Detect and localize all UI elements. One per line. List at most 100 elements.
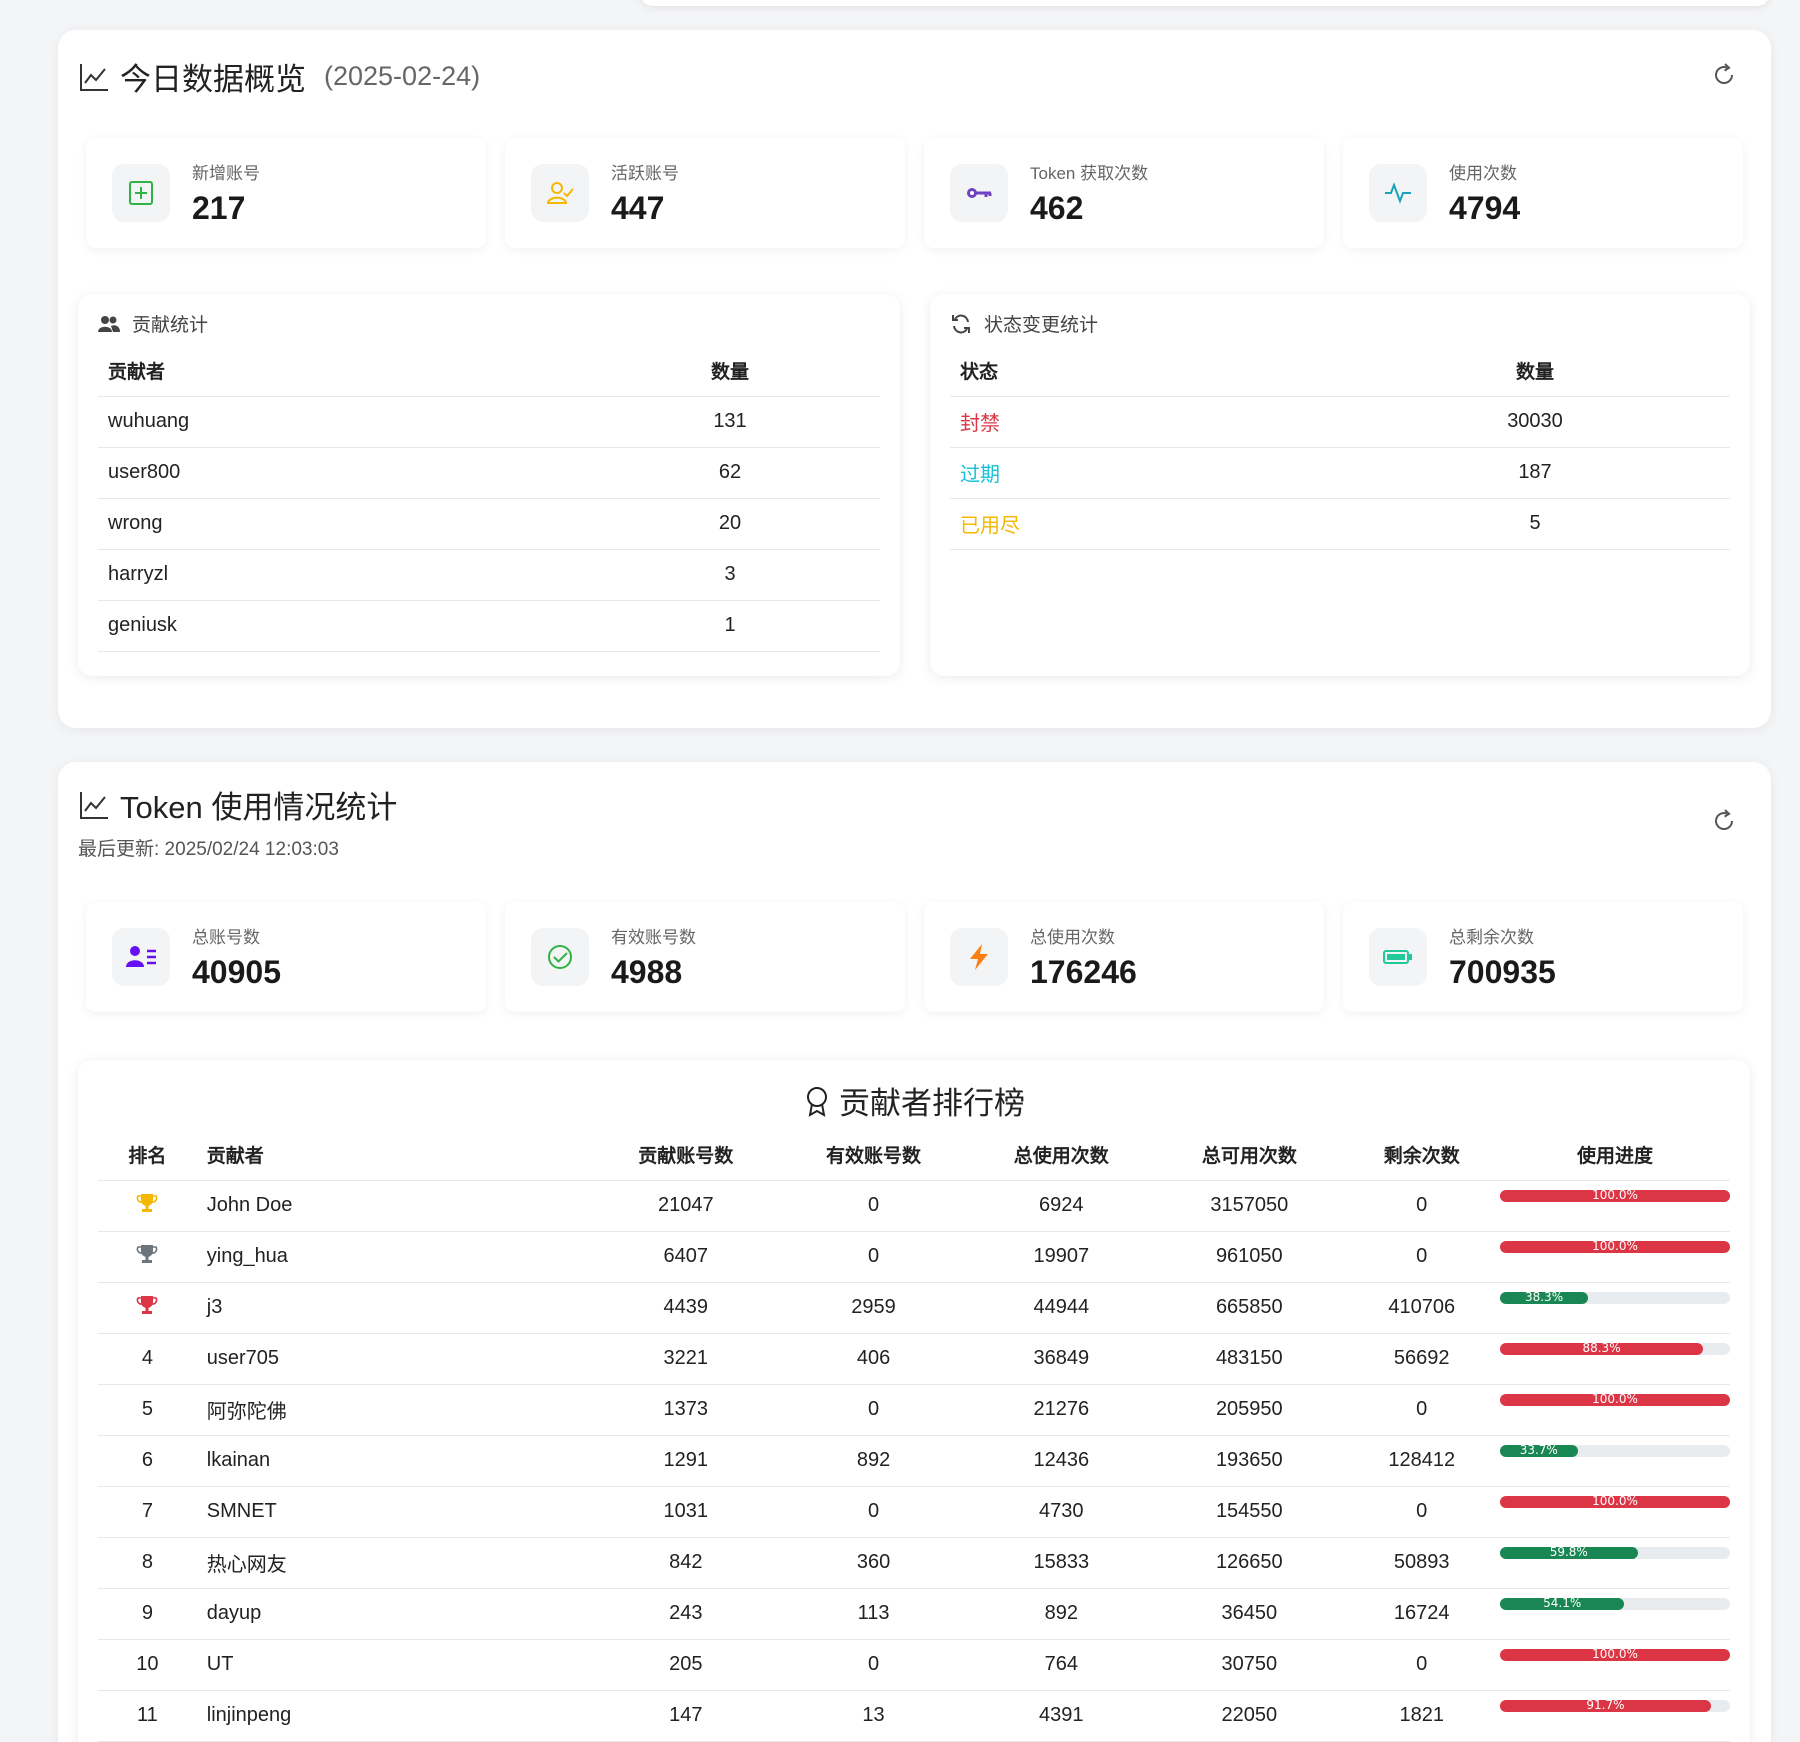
lightning-icon xyxy=(950,928,1008,986)
progress-bar: 38.3% xyxy=(1500,1289,1730,1304)
status-change-header: 状态变更统计 xyxy=(950,310,1098,337)
overview-title: 今日数据概览 xyxy=(120,62,306,97)
progress-text: 100.0% xyxy=(1592,1646,1638,1661)
refresh-icon[interactable] xyxy=(1711,808,1737,834)
progress-bar: 88.3% xyxy=(1500,1341,1730,1355)
progress-bar: 59.8% xyxy=(1500,1545,1730,1559)
remaining-cell: 0 xyxy=(1343,1639,1500,1691)
stat-value: 40905 xyxy=(192,954,281,990)
table-row: wrong 20 xyxy=(98,498,880,550)
stat-value: 4794 xyxy=(1449,190,1521,226)
used-cell: 44944 xyxy=(967,1282,1156,1334)
stat-valid-accounts: 有效账号数 4988 xyxy=(505,902,905,1012)
available-cell: 205950 xyxy=(1155,1384,1344,1436)
progress-bar: 100.0% xyxy=(1500,1187,1730,1202)
user-list-icon xyxy=(112,928,170,986)
valid-cell: 406 xyxy=(779,1333,968,1385)
contribution-stats-card: 贡献统计 贡献者 数量 wuhuang 131 user800 62 wrong 20… xyxy=(78,294,900,676)
token-usage-header: Token 使用情况统计 xyxy=(78,782,397,827)
sync-icon xyxy=(952,314,970,333)
available-cell: 483150 xyxy=(1155,1333,1344,1385)
progress-bar: 33.7% xyxy=(1500,1442,1730,1457)
status-count: 30030 xyxy=(1340,396,1730,448)
progress-bar: 100.0% xyxy=(1500,1392,1730,1406)
contributor-name: UT xyxy=(196,1639,592,1691)
top-card-edge xyxy=(640,0,1770,6)
award-icon xyxy=(807,1086,827,1117)
col-accounts: 贡献账号数 xyxy=(591,1130,780,1181)
remaining-cell: 0 xyxy=(1343,1231,1500,1283)
battery-icon xyxy=(1369,928,1427,986)
used-cell: 4730 xyxy=(967,1486,1156,1538)
stat-token-fetch: Token 获取次数 462 xyxy=(924,138,1324,248)
line-chart-icon xyxy=(80,791,108,819)
table-row: ying_hua 6407 0 19907 961050 0 100.0% xyxy=(98,1231,1730,1283)
table-row: 6 lkainan 1291 892 12436 193650 128412 33.7% xyxy=(98,1435,1730,1487)
available-cell: 193650 xyxy=(1155,1435,1344,1487)
progress-text: 100.0% xyxy=(1592,1187,1638,1202)
used-cell: 6924 xyxy=(967,1180,1156,1232)
col-available: 总可用次数 xyxy=(1155,1130,1344,1181)
refresh-icon[interactable] xyxy=(1711,62,1737,88)
status-name: 过期 xyxy=(950,447,1340,499)
contributor-ranking-card: 贡献者排行榜 排名 贡献者 贡献账号数 有效账号数 总使用次数 总可用次数 剩余… xyxy=(78,1060,1750,1742)
remaining-cell: 50893 xyxy=(1343,1537,1500,1589)
available-cell: 665850 xyxy=(1155,1282,1344,1334)
stat-label: Token 获取次数 xyxy=(1030,164,1149,183)
stat-label: 使用次数 xyxy=(1449,164,1517,183)
table-row: 10 UT 205 0 764 30750 0 100.0% xyxy=(98,1639,1730,1691)
table-row: wuhuang 131 xyxy=(98,396,880,448)
col-contributor: 贡献者 xyxy=(196,1130,592,1181)
ranking-table: 排名 贡献者 贡献账号数 有效账号数 总使用次数 总可用次数 剩余次数 使用进度… xyxy=(98,1130,1730,1742)
stat-label: 新增账号 xyxy=(192,164,260,183)
rank-cell: 11 xyxy=(98,1690,197,1742)
status-name: 已用尽 xyxy=(950,498,1340,550)
valid-cell: 13 xyxy=(779,1690,968,1742)
remaining-cell: 0 xyxy=(1343,1384,1500,1436)
col-status: 状态 xyxy=(950,346,1340,397)
status-count: 187 xyxy=(1340,447,1730,499)
last-updated: 最后更新: 2025/02/24 12:03:03 xyxy=(78,839,339,860)
ranking-header: 贡献者排行榜 xyxy=(78,1078,1750,1123)
valid-cell: 113 xyxy=(779,1588,968,1640)
valid-cell: 360 xyxy=(779,1537,968,1589)
valid-cell: 0 xyxy=(779,1486,968,1538)
remaining-cell: 16724 xyxy=(1343,1588,1500,1640)
table-row: John Doe 21047 0 6924 3157050 0 100.0% xyxy=(98,1180,1730,1232)
stat-value: 447 xyxy=(611,190,665,226)
progress-bar: 91.7% xyxy=(1500,1698,1730,1712)
available-cell: 30750 xyxy=(1155,1639,1344,1691)
available-cell: 961050 xyxy=(1155,1231,1344,1283)
stat-total-usage: 总使用次数 176246 xyxy=(924,902,1324,1012)
stat-label: 总剩余次数 xyxy=(1449,928,1534,947)
used-cell: 892 xyxy=(967,1588,1156,1640)
contributor-count: 131 xyxy=(580,396,880,448)
stat-usage-count: 使用次数 4794 xyxy=(1343,138,1743,248)
status-name: 封禁 xyxy=(950,396,1340,448)
progress-bar: 100.0% xyxy=(1500,1646,1730,1661)
activity-icon xyxy=(1369,164,1427,222)
status-table: 状态 数量 封禁 30030 过期 187 已用尽 5 xyxy=(950,346,1730,550)
progress-text: 54.1% xyxy=(1543,1595,1582,1610)
col-valid: 有效账号数 xyxy=(779,1130,968,1181)
progress-text: 38.3% xyxy=(1524,1289,1564,1304)
today-overview-panel: 今日数据概览 (2025-02-24) 新增账号 217 活跃账号 447 To… xyxy=(58,30,1771,728)
users-icon xyxy=(98,315,120,332)
accounts-cell: 243 xyxy=(591,1588,780,1640)
progress-cell: 91.7% xyxy=(1500,1690,1730,1742)
status-count: 5 xyxy=(1340,498,1730,550)
check-circle-icon xyxy=(531,928,589,986)
stat-total-remaining: 总剩余次数 700935 xyxy=(1343,902,1743,1012)
table-row: user800 62 xyxy=(98,447,880,499)
contribution-stats-title: 贡献统计 xyxy=(132,315,209,336)
progress-text: 33.7% xyxy=(1519,1442,1558,1457)
available-cell: 126650 xyxy=(1155,1537,1344,1589)
progress-bar: 54.1% xyxy=(1500,1595,1730,1610)
key-icon xyxy=(950,164,1008,222)
contributor-count: 62 xyxy=(580,447,880,499)
stat-label: 总使用次数 xyxy=(1030,928,1115,947)
used-cell: 19907 xyxy=(967,1231,1156,1283)
progress-cell: 100.0% xyxy=(1500,1231,1730,1283)
used-cell: 36849 xyxy=(967,1333,1156,1385)
line-chart-icon xyxy=(80,63,108,91)
